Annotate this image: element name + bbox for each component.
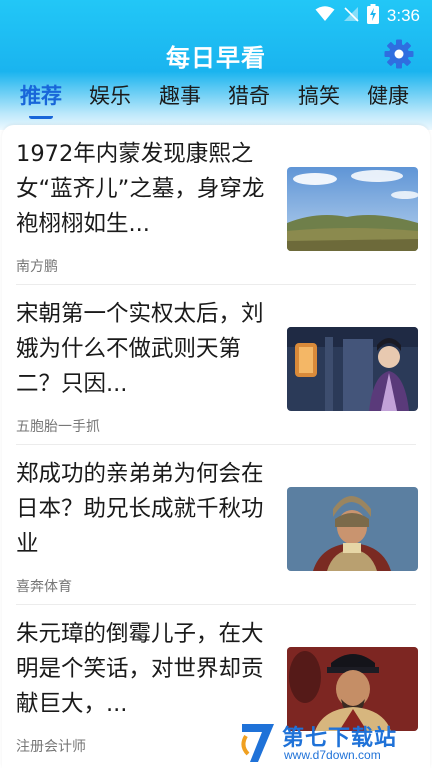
settings-button[interactable] xyxy=(381,38,417,74)
tab-entertainment[interactable]: 娱乐 xyxy=(89,80,131,110)
article-card[interactable]: 1972年内蒙发现康熙之女“蓝齐儿”之墓，身穿龙袍栩栩如生... 南方鹏 xyxy=(2,125,430,285)
article-source: 五胞胎一手抓 xyxy=(16,419,100,435)
article-title[interactable]: 郑成功的亲弟弟为何会在日本？助兄长成就千秋功业 xyxy=(16,457,274,562)
article-title[interactable]: 宋朝第一个实权太后，刘娥为什么不做武则天第二？只因... xyxy=(16,297,274,402)
app-title: 每日早看 xyxy=(166,44,266,72)
article-card[interactable]: 郑成功的亲弟弟为何会在日本？助兄长成就千秋功业 喜奔体育 xyxy=(2,445,430,605)
tab-fun-facts[interactable]: 趣事 xyxy=(159,80,201,110)
article-feed[interactable]: 1972年内蒙发现康熙之女“蓝齐儿”之墓，身穿龙袍栩栩如生... 南方鹏 宋朝第… xyxy=(2,125,430,768)
article-card[interactable]: 宋朝第一个实权太后，刘娥为什么不做武则天第二？只因... 五胞胎一手抓 xyxy=(2,285,430,445)
wifi-icon xyxy=(315,6,335,26)
status-time: 3:36 xyxy=(386,6,420,25)
gear-icon xyxy=(383,38,415,74)
watermark-url: www.d7down.com xyxy=(284,748,381,762)
article-title[interactable]: 1972年内蒙发现康熙之女“蓝齐儿”之墓，身穿龙袍栩栩如生... xyxy=(16,137,274,242)
tab-recommend[interactable]: 推荐 xyxy=(20,80,62,110)
article-source: 注册会计师 xyxy=(16,739,86,755)
tab-health[interactable]: 健康 xyxy=(367,80,409,110)
article-source: 南方鹏 xyxy=(16,259,58,275)
article-thumbnail[interactable] xyxy=(287,487,418,571)
article-thumbnail[interactable] xyxy=(287,167,418,251)
battery-charging-icon xyxy=(366,4,379,28)
status-bar: 3:36 xyxy=(0,0,432,32)
article-source: 喜奔体育 xyxy=(16,579,72,595)
tab-funny[interactable]: 搞笑 xyxy=(298,80,340,110)
watermark-logo-icon xyxy=(238,720,278,768)
category-tabs: 推荐 娱乐 趣事 猎奇 搞笑 健康 xyxy=(0,78,432,122)
active-tab-indicator xyxy=(29,114,53,119)
site-watermark: 第七下载站 www.d7down.com xyxy=(238,718,428,768)
signal-off-icon xyxy=(343,6,359,26)
tab-curiosities[interactable]: 猎奇 xyxy=(228,80,270,110)
article-title[interactable]: 朱元璋的倒霉儿子，在大明是个笑话，对世界却贡献巨大，... xyxy=(16,617,274,722)
article-thumbnail[interactable] xyxy=(287,327,418,411)
